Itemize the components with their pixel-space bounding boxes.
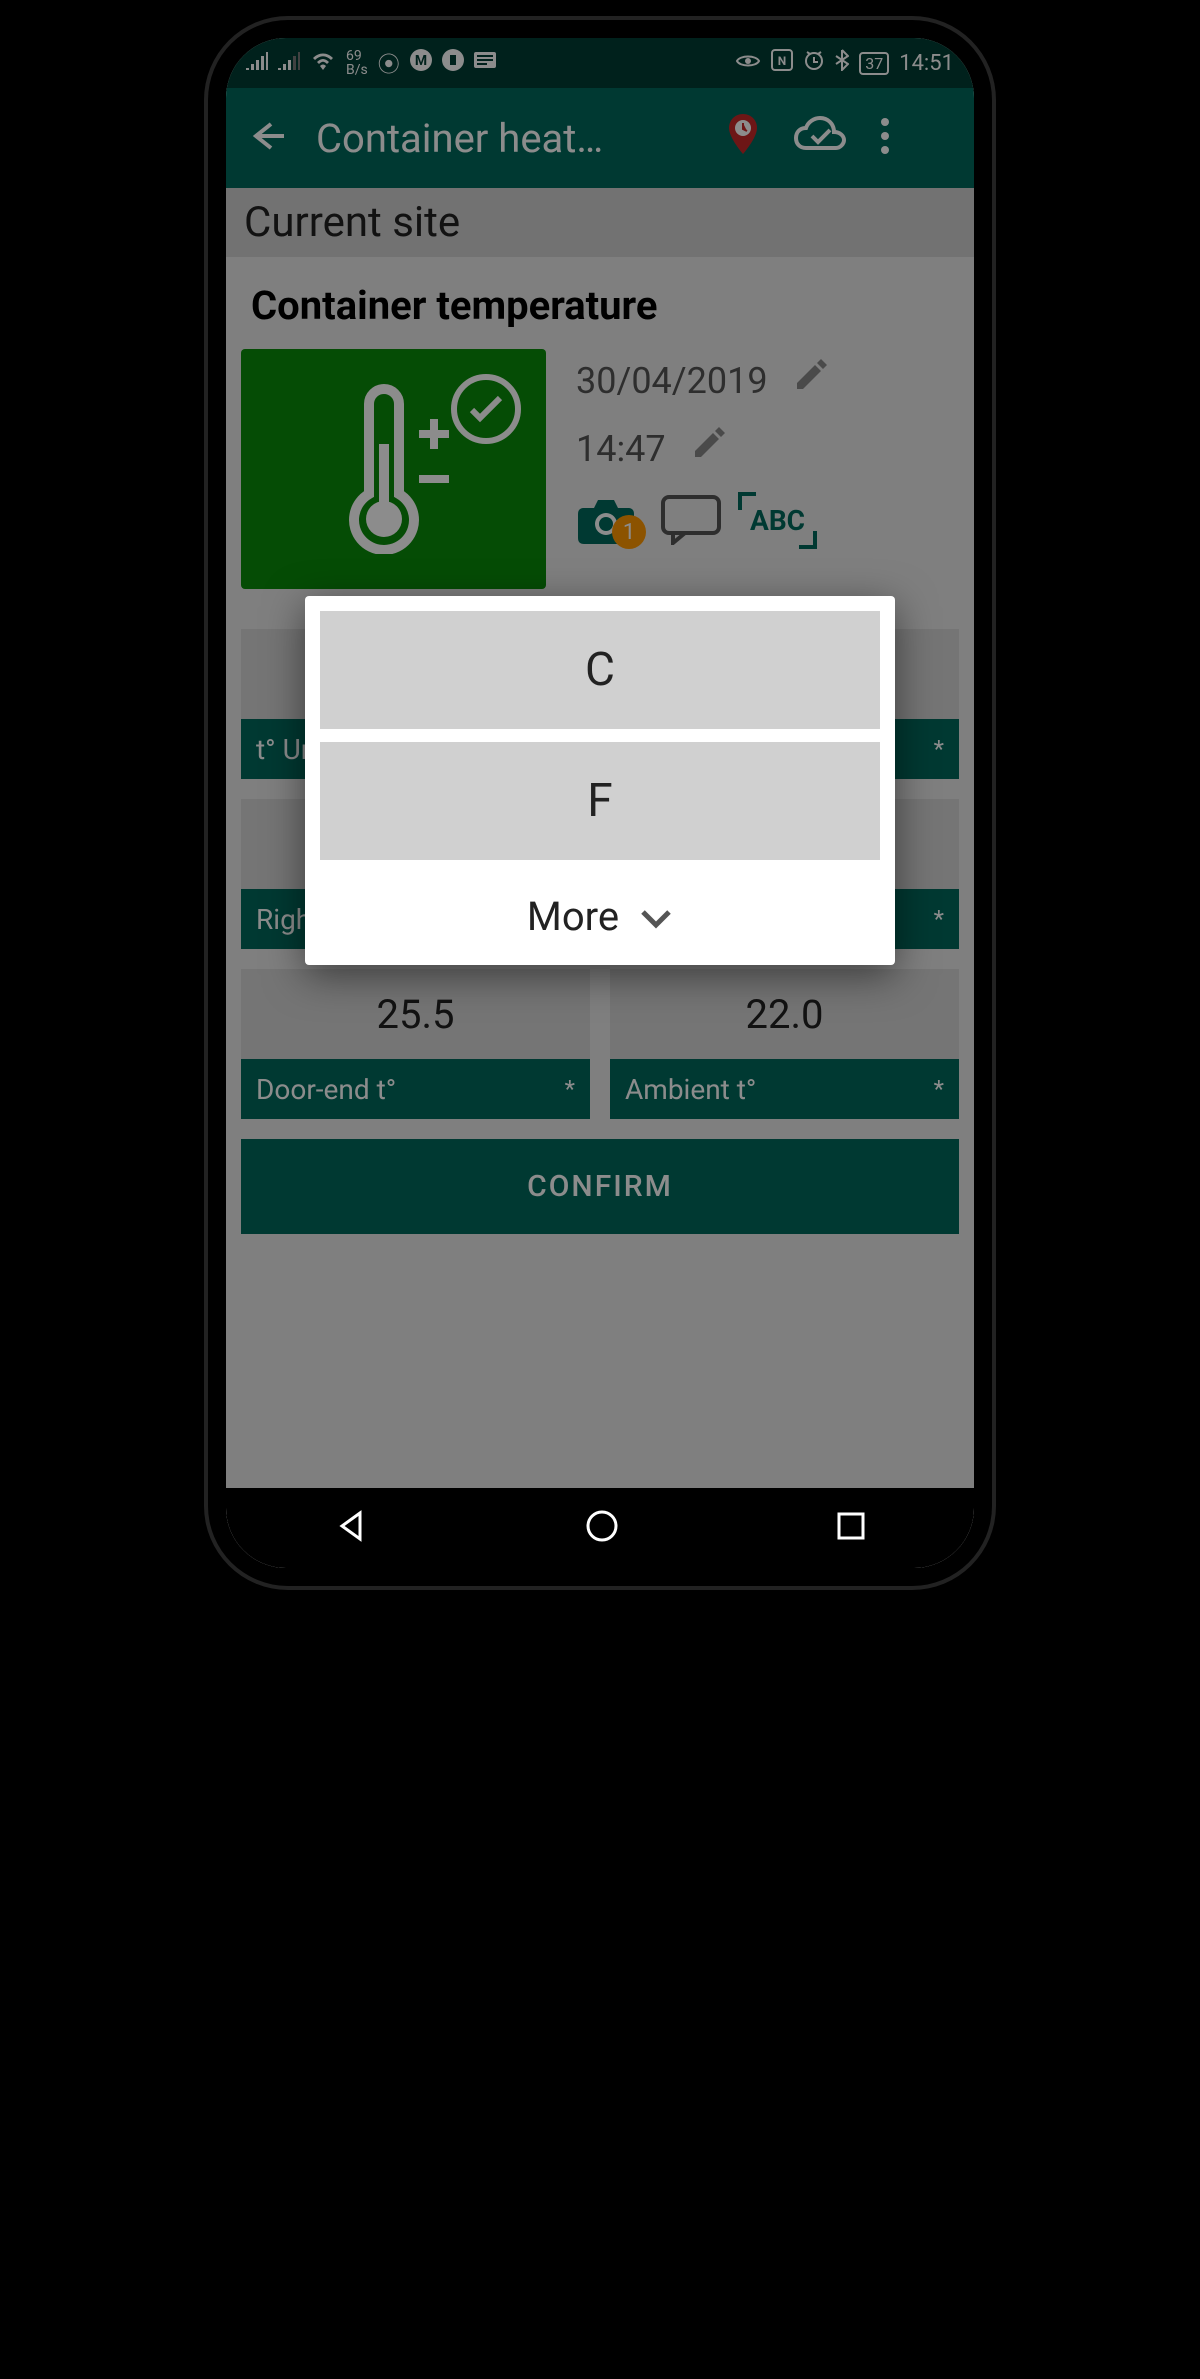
option-celsius[interactable]: C [320, 611, 880, 729]
more-button[interactable]: More [320, 873, 880, 950]
chevron-down-icon [639, 893, 673, 940]
unit-picker-modal: C F More [305, 596, 895, 965]
nav-recent-button[interactable] [836, 1511, 866, 1545]
nav-back-button[interactable] [334, 1509, 368, 1547]
screen: 69 B/s ⦿ M N [226, 38, 974, 1568]
phone-frame: 69 B/s ⦿ M N [208, 20, 992, 1586]
modal-overlay[interactable]: C F More [226, 38, 974, 1568]
system-nav-bar [226, 1488, 974, 1568]
nav-home-button[interactable] [585, 1509, 619, 1547]
option-fahrenheit[interactable]: F [320, 742, 880, 860]
